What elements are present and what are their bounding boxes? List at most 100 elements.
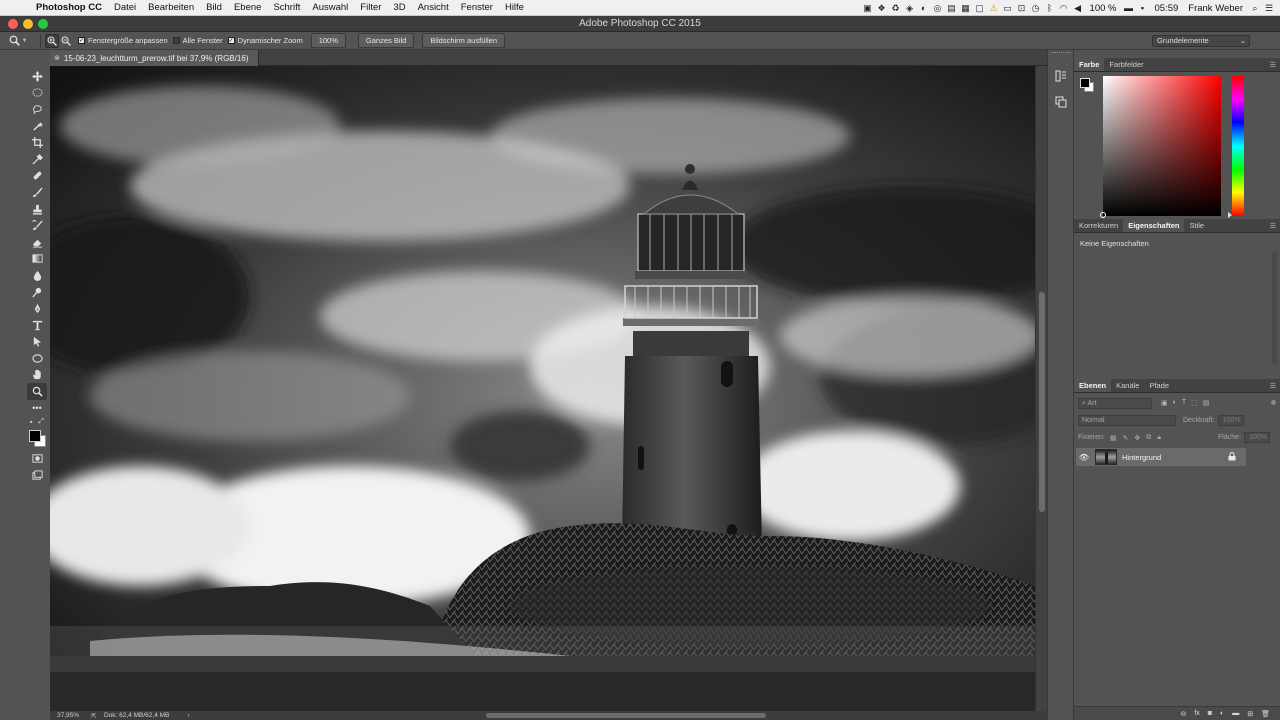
vertical-scrollbar[interactable] [1035,66,1047,711]
warning-icon[interactable]: ⚠ [987,0,1001,16]
history-brush-tool-icon[interactable] [27,217,47,234]
menu-datei[interactable]: Datei [108,2,142,13]
filter-adjustment-icon[interactable]: ◐ [1173,399,1177,407]
all-windows-checkbox[interactable]: Alle Fenster [172,36,223,45]
type-tool-icon[interactable] [27,317,47,334]
layer-name[interactable]: Hintergrund [1122,453,1161,462]
status-app-icon[interactable]: ◎ [931,0,945,16]
panel-menu-icon[interactable]: ☰ [1270,382,1276,390]
tab-farbfelder[interactable]: Farbfelder [1104,58,1148,71]
fill-field[interactable]: 100% [1243,432,1270,443]
tab-stile[interactable]: Stile [1184,219,1209,232]
new-layer-icon[interactable]: ⊞ [1247,710,1253,718]
pen-tool-icon[interactable] [27,300,47,317]
horizontal-scroll-thumb[interactable] [486,713,766,718]
menu-ansicht[interactable]: Ansicht [412,2,455,13]
lock-transparent-icon[interactable]: ▦ [1110,434,1117,442]
add-mask-icon[interactable]: ◙ [1208,710,1212,717]
opacity-field[interactable]: 100% [1217,415,1244,426]
vertical-scroll-thumb[interactable] [1039,292,1045,512]
resize-windows-checkbox[interactable]: ✓ Fenstergröße anpassen [78,36,168,45]
status-app-icon[interactable]: ♻ [889,0,903,16]
panel-menu-icon[interactable]: ☰ [1270,61,1276,69]
panel-menu-icon[interactable]: ☰ [1270,222,1276,230]
filter-shape-icon[interactable]: ⬚ [1191,399,1198,407]
document-canvas[interactable] [50,66,1035,711]
filter-type-icon[interactable]: T [1182,399,1186,407]
bluetooth-icon[interactable]: ᛒ [1043,0,1057,16]
tab-korrekturen[interactable]: Korrekturen [1074,219,1123,232]
time-machine-icon[interactable]: ◷ [1029,0,1043,16]
layer-style-icon[interactable]: fx [1194,710,1199,717]
tool-preset-picker[interactable]: ▼ [0,32,36,50]
properties-panel-icon[interactable] [1053,94,1069,110]
zoom-level-readout[interactable]: 37,95% [50,712,84,719]
foreground-color-swatch[interactable] [1080,78,1090,88]
tab-farbe[interactable]: Farbe [1074,58,1105,71]
foreground-color-swatch[interactable] [29,430,41,443]
filter-smart-object-icon[interactable]: ▤ [1203,399,1210,407]
menu-app-name[interactable]: Photoshop CC [30,2,108,13]
workspace-switcher[interactable]: Grundelemente ⌄ [1152,35,1250,47]
dodge-tool-icon[interactable] [27,284,47,301]
crop-tool-icon[interactable] [27,134,47,151]
history-panel-icon[interactable] [1053,68,1069,84]
document-size-info[interactable]: Dok: 62,4 MB/62,4 MB [104,712,169,719]
path-selection-tool-icon[interactable] [27,334,47,351]
color-picker-marker[interactable] [1100,212,1106,218]
eye-icon[interactable]: 👁︎ [1076,453,1092,462]
menu-ebene[interactable]: Ebene [228,2,267,13]
link-layers-icon[interactable]: ⊖ [1180,710,1186,718]
hue-slider-handle[interactable] [1228,212,1232,218]
lock-position-icon[interactable]: ✥ [1134,434,1140,442]
fill-screen-button[interactable]: Bildschirm ausfüllen [422,33,506,48]
zoom-in-button[interactable] [45,33,59,48]
quick-mask-icon[interactable] [27,450,47,467]
lasso-tool-icon[interactable] [27,101,47,118]
swap-colors-icon[interactable]: ▪ ⤢ [27,416,47,428]
properties-scrollbar[interactable] [1272,252,1277,364]
tab-eigenschaften[interactable]: Eigenschaften [1123,219,1185,232]
chevron-right-icon[interactable]: › [187,712,189,719]
quick-selection-tool-icon[interactable] [27,118,47,135]
layer-filter-select[interactable]: ⌕ Art [1078,397,1152,409]
zoom-100-button[interactable]: 100% [310,33,346,48]
menu-3d[interactable]: 3D [387,2,411,13]
color-picker-field[interactable] [1100,76,1221,218]
volume-icon[interactable]: ◀ [1071,0,1085,16]
close-icon[interactable]: ⊗ [54,54,60,62]
tab-kanaele[interactable]: Kanäle [1111,379,1144,392]
hue-slider[interactable] [1228,76,1244,218]
menu-bearbeiten[interactable]: Bearbeiten [142,2,200,13]
switch-colors-icon[interactable]: ⤢ [38,418,44,426]
menu-bild[interactable]: Bild [200,2,228,13]
healing-brush-tool-icon[interactable] [27,168,47,185]
tab-pfade[interactable]: Pfade [1144,379,1174,392]
flag-icon[interactable]: ▪ [1135,0,1149,16]
dropbox-icon[interactable]: ❖ [875,0,889,16]
status-app-icon[interactable]: ▤ [945,0,959,16]
trash-icon[interactable]: 🗑︎ [1261,710,1270,718]
menu-auswahl[interactable]: Auswahl [306,2,354,13]
menu-schrift[interactable]: Schrift [267,2,306,13]
move-tool-icon[interactable] [27,68,47,85]
default-colors-icon[interactable]: ▪ [30,419,32,426]
battery-icon[interactable]: ▬ [1121,0,1135,16]
filter-pixel-icon[interactable]: ▣ [1161,399,1168,407]
color-swatches[interactable] [27,428,47,450]
status-app-icon[interactable]: ▢ [973,0,987,16]
zoom-tool-icon[interactable] [27,383,47,400]
lock-artboard-icon[interactable]: ⧉ [1146,434,1151,442]
brush-tool-icon[interactable] [27,184,47,201]
spotlight-icon[interactable]: ⌕ [1248,0,1262,16]
status-app-icon[interactable]: ◐ [917,0,931,16]
marquee-tool-icon[interactable] [27,85,47,102]
status-app-icon[interactable]: ◈ [903,0,917,16]
filter-toggle-icon[interactable] [1271,400,1276,405]
menu-filter[interactable]: Filter [354,2,387,13]
document-tab[interactable]: ⊗ 15-06-23_leuchtturm_prerow.tif bei 37,… [50,50,260,66]
more-tools-icon[interactable]: ••• [27,400,47,417]
layer-row-background[interactable]: 👁︎ Hintergrund [1076,448,1246,466]
battery-percent[interactable]: 100 % [1085,3,1122,14]
eraser-tool-icon[interactable] [27,234,47,251]
